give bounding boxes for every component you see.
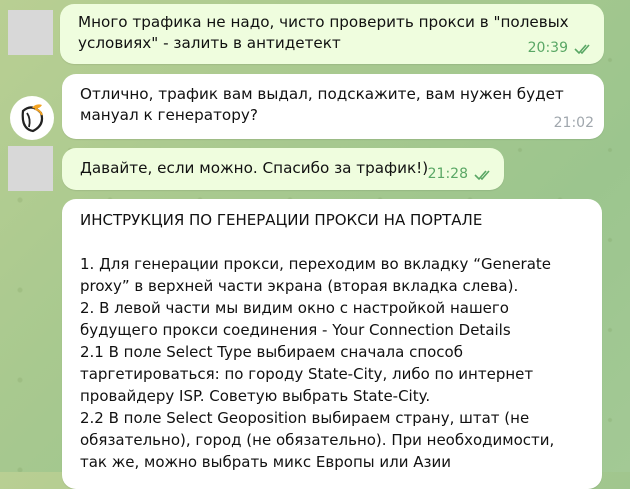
- mango-logo-icon: [21, 104, 44, 133]
- double-check-icon: [474, 169, 490, 180]
- message-time: 21:28: [427, 166, 468, 182]
- message-text: Давайте, если можно. Спасибо за трафик!): [80, 159, 429, 177]
- message-meta: 21:02: [554, 113, 594, 134]
- message-meta: 21:28: [428, 164, 494, 185]
- message-text: Много трафика не надо, чисто проверить п…: [78, 13, 574, 52]
- message-time: 21:02: [553, 115, 594, 131]
- message-bubble-incoming[interactable]: ИНСТРУКЦИЯ ПО ГЕНЕРАЦИИ ПРОКСИ НА ПОРТАЛ…: [62, 199, 602, 489]
- avatar[interactable]: [10, 96, 54, 140]
- avatar[interactable]: [8, 10, 53, 55]
- message-text: ИНСТРУКЦИЯ ПО ГЕНЕРАЦИИ ПРОКСИ НА ПОРТАЛ…: [80, 211, 555, 471]
- message-bubble-incoming[interactable]: Отлично, трафик вам выдал, подскажите, в…: [62, 74, 604, 139]
- message-bubble-outgoing[interactable]: Давайте, если можно. Спасибо за трафик!)…: [62, 148, 504, 190]
- avatar[interactable]: [8, 146, 53, 191]
- message-text: Отлично, трафик вам выдал, подскажите, в…: [80, 85, 569, 124]
- message-bubble-outgoing[interactable]: Много трафика не надо, чисто проверить п…: [60, 4, 604, 64]
- message-meta: 20:39: [528, 38, 594, 59]
- double-check-icon: [574, 43, 590, 54]
- message-time: 20:39: [527, 40, 568, 56]
